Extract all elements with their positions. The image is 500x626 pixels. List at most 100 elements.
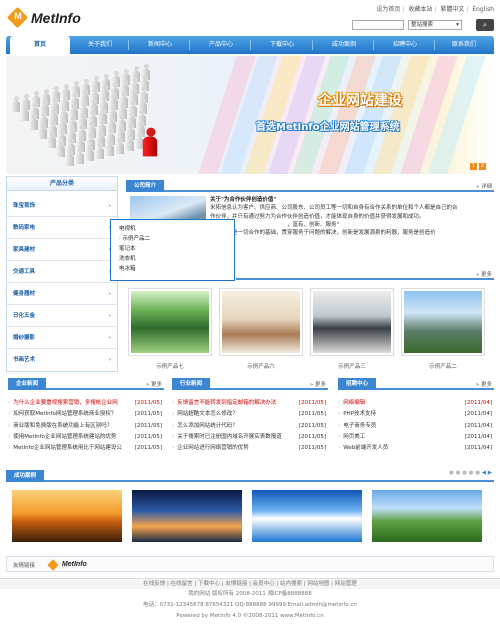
hero-banner: 企业网站建设 首选MetInfo企业网站管理系统 12 [6, 56, 494, 174]
submenu-item[interactable]: 电冰箱 [119, 264, 226, 274]
corporate-news-panel: 企业新闻 » 更多 › 为什么企业要重视搜索营销，多搜帐企业网 [2011/05] › 如… [8, 378, 164, 462]
nav-products[interactable]: 产品中心 [191, 36, 251, 54]
crowd-figure [57, 141, 65, 157]
product-caption[interactable]: 示例产品六 [219, 362, 303, 370]
english-link[interactable]: English [472, 6, 494, 13]
news-item[interactable]: › 网页美工 [2011/04] [338, 431, 494, 444]
category-art[interactable]: 书画艺术 › [7, 349, 117, 371]
industry-news-more[interactable]: » 更多 [310, 380, 326, 388]
product-card[interactable] [128, 288, 212, 356]
footer-contact: 电话：0731-12345678 87654321 QQ:888888 9999… [143, 602, 357, 608]
news-item[interactable]: › 如何获取MetInfo网站管理系统商业授权？ [2011/05] [8, 409, 164, 421]
crowd-figure [39, 123, 47, 139]
products-more-link[interactable]: » 更多 [476, 270, 492, 278]
case-image-sunset[interactable] [12, 490, 122, 542]
crowd-figure [86, 145, 94, 161]
news-item[interactable]: › PHP技术支持 [2011/04] [338, 409, 494, 421]
chevron-right-icon: › [108, 291, 111, 297]
footer-powered[interactable]: Powered by MetInfo 4.0 ©2008-2011 www.Me… [0, 611, 500, 622]
banner-page-2[interactable]: 2 [479, 163, 486, 170]
category-hardware[interactable]: 日化五金 › [7, 305, 117, 327]
corporate-news-more[interactable]: » 更多 [146, 380, 162, 388]
nav-cases[interactable]: 成功案例 [314, 36, 374, 54]
nav-downloads[interactable]: 下载中心 [252, 36, 312, 54]
category-wedding[interactable]: 婚纱摄影 › [7, 327, 117, 349]
product-card[interactable] [219, 288, 303, 356]
product-caption[interactable]: 示例产品三 [310, 362, 394, 370]
product-card[interactable] [401, 288, 485, 356]
chevron-right-icon: › [108, 203, 111, 209]
product-image-room [222, 291, 300, 353]
nav-home[interactable]: 首页 [10, 36, 70, 54]
product-image-city [404, 291, 482, 353]
cases-tab[interactable]: 成功案例 [6, 470, 45, 482]
cases-scroll-controls[interactable]: ● ● ● ● ● ◀ ▶ [449, 470, 492, 476]
intro-heading: 关于"为合作伙伴创造价值" [210, 197, 277, 203]
footer-copyright: 我的网站 版权所有 2008-2011 湘ICP备8888888 [188, 591, 312, 597]
news-item[interactable]: › 关于搜索时已注册国内域名开展实表数报道 [2011/05] [172, 431, 328, 444]
category-electronics[interactable]: 数码家电› [7, 217, 117, 239]
industry-news-tab[interactable]: 行业新闻 [172, 378, 211, 390]
product-category-sidebar: 产品分类 珠宝首饰› 数码家电› 家具建材› 交通工具› 健身器材› 日化五金›… [6, 176, 118, 372]
news-item[interactable]: › 怎么添加网站统计代码？ [2011/05] [172, 420, 328, 432]
search-scope-select[interactable]: 整站搜索 ▾ [408, 20, 462, 30]
intro-more-link[interactable]: » 详细 [476, 182, 492, 190]
chevron-right-icon: › [108, 335, 111, 341]
crowd-figure [96, 142, 104, 159]
product-caption[interactable]: 示例产品二 [401, 362, 485, 370]
submenu-item[interactable]: · 示例产品二 [119, 234, 226, 244]
bookmark-link[interactable]: 收藏本站 [408, 6, 432, 13]
product-card[interactable] [310, 288, 394, 356]
main-nav: 首页 关于我们 新闻中心 产品中心 下载中心 成功案例 招聘中心 联系我们 [6, 36, 494, 54]
chevron-right-icon: › [108, 357, 111, 363]
nav-about[interactable]: 关于我们 [70, 36, 130, 54]
industry-news-panel: 行业新闻 » 更多 › 反馈留言不能转发到指定邮箱的解决办法 [2011/05] › 网站… [172, 378, 328, 462]
nav-contact[interactable]: 联系我们 [434, 36, 494, 54]
traditional-chinese-link[interactable]: 繁體中文 [440, 6, 464, 13]
intro-tab: 公司简介 [126, 180, 165, 192]
product-caption[interactable]: 示例产品七 [128, 362, 212, 370]
intro-line: 米拓信息认为客户、供应商、公司股东、公司员工等一切和自身有合作关系的单位和个人都… [210, 205, 458, 212]
logo-text: MetInfo [31, 10, 81, 26]
submenu-item[interactable]: 笔记本 [119, 244, 226, 254]
footer-links[interactable]: 在线反馈 | 在线留言 | 下载中心 | 友情链接 | 会员中心 | 站内搜索 … [0, 578, 500, 589]
category-jewelry[interactable]: 珠宝首饰 › [7, 195, 117, 217]
red-leader-figure [142, 127, 158, 157]
submenu-item[interactable]: 电视机 [119, 224, 226, 234]
site-logo[interactable]: M MetInfo [6, 6, 100, 29]
set-homepage-link[interactable]: 设为首页 [376, 6, 400, 13]
search-input[interactable] [352, 20, 404, 30]
product-image-forest [131, 291, 209, 353]
news-item[interactable]: › MetInfo企业网站管理系统用比于网站建设公 [2011/05] [8, 443, 164, 455]
news-item[interactable]: › 商业版和免费版在系统功能上有区别吗？ [2011/05] [8, 420, 164, 432]
search-icon: ⌕ [483, 21, 487, 29]
jobs-tab[interactable]: 招聘中心 [338, 378, 377, 390]
top-links: 设为首页 | 收藏本站 | 繁體中文 | English [376, 6, 494, 13]
category-furniture[interactable]: 家具建材› [7, 239, 117, 261]
news-item[interactable]: › 网络编辑 [2011/04] [338, 398, 494, 410]
crowd-figure [116, 137, 124, 154]
news-item[interactable]: › Web前端开发人员 [2011/04] [338, 443, 494, 455]
submenu-item[interactable]: 洗衣机 [119, 254, 226, 264]
friend-link-metinfo[interactable]: MetInfo [47, 559, 87, 571]
news-item[interactable]: › 网站超酷文本怎么修改？ [2011/05] [172, 409, 328, 421]
jobs-panel: 招聘中心 » 更多 › 网络编辑 [2011/04] › PHP技术支持 [2011/04]… [338, 378, 494, 462]
news-item[interactable]: › 企业网站进行网络营销的优势 [2011/05] [172, 443, 328, 455]
case-image-field[interactable] [372, 490, 482, 542]
case-image-sky[interactable] [252, 490, 362, 542]
news-item[interactable]: › 为什么企业要重视搜索营销，多搜帐企业网 [2011/05] [8, 398, 164, 410]
logo-m-glyph: M [14, 11, 22, 21]
nav-news[interactable]: 新闻中心 [130, 36, 190, 54]
search-button[interactable]: ⌕ [476, 19, 494, 31]
category-vehicles[interactable]: 交通工具› [7, 261, 117, 283]
case-image-night[interactable] [132, 490, 242, 542]
news-item[interactable]: › 使用MetInfo企业网站管理系统建站的优势 [2011/05] [8, 431, 164, 444]
news-item[interactable]: › 反馈留言不能转发到指定邮箱的解决办法 [2011/05] [172, 398, 328, 410]
news-item[interactable]: › 电子商务专员 [2011/04] [338, 420, 494, 432]
crowd-figure [30, 114, 38, 130]
nav-jobs[interactable]: 招聘中心 [375, 36, 435, 54]
banner-page-1[interactable]: 1 [470, 163, 477, 170]
category-fitness[interactable]: 健身器材 › [7, 283, 117, 305]
jobs-more[interactable]: » 更多 [476, 380, 492, 388]
corporate-news-tab[interactable]: 企业新闻 [8, 378, 47, 390]
